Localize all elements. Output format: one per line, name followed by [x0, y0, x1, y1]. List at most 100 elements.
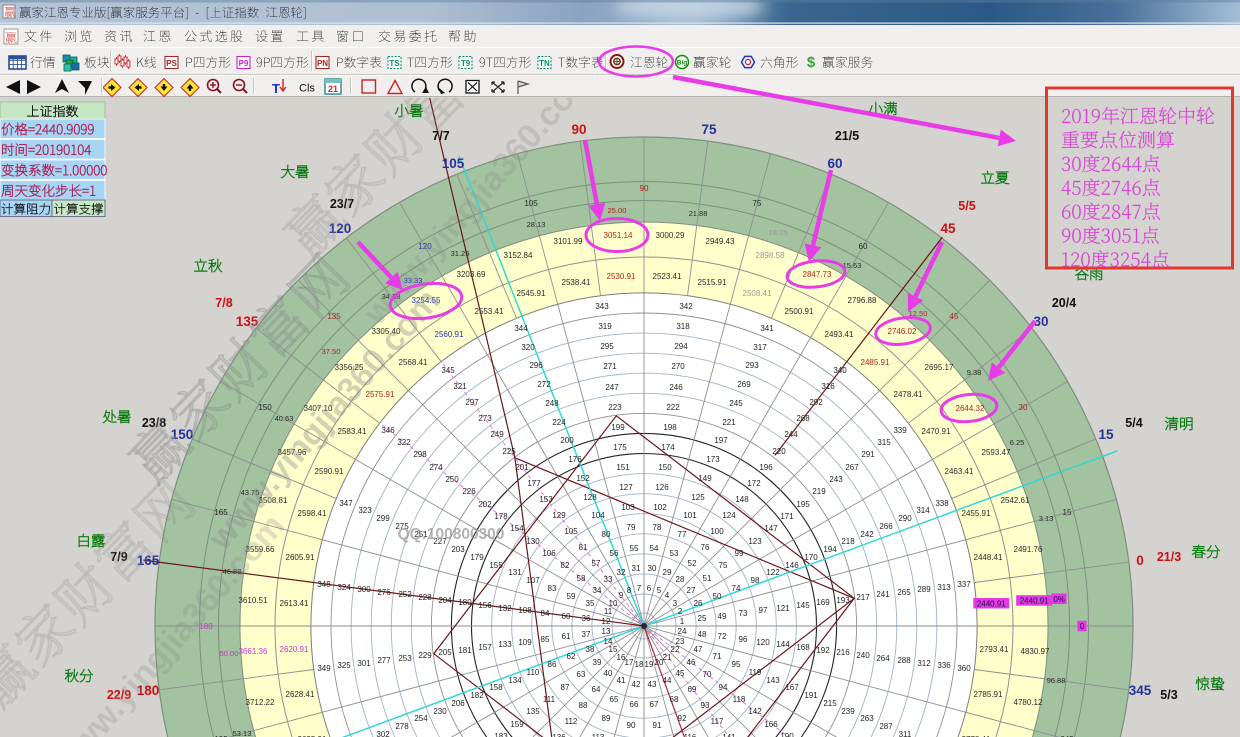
svg-text:4830.97: 4830.97 — [1021, 647, 1050, 656]
svg-text:241: 241 — [876, 590, 890, 599]
svg-text:301: 301 — [357, 659, 371, 668]
svg-text:2553.41: 2553.41 — [475, 307, 504, 316]
svg-text:215: 215 — [823, 699, 837, 708]
svg-text:336: 336 — [937, 661, 951, 670]
svg-text:27: 27 — [687, 586, 696, 595]
svg-text:58: 58 — [577, 574, 586, 583]
svg-text:99: 99 — [735, 549, 744, 558]
svg-text:8: 8 — [627, 586, 632, 595]
svg-text:129: 129 — [552, 511, 566, 520]
svg-text:2613.41: 2613.41 — [280, 599, 309, 608]
svg-text:171: 171 — [780, 512, 794, 521]
svg-text:69: 69 — [688, 685, 697, 694]
svg-text:340: 340 — [833, 366, 847, 375]
svg-text:192: 192 — [816, 646, 830, 655]
svg-text:PS: PS — [166, 59, 177, 68]
svg-text:183: 183 — [494, 732, 508, 737]
svg-text:89: 89 — [602, 714, 611, 723]
svg-text:181: 181 — [458, 646, 472, 655]
svg-text:2605.91: 2605.91 — [286, 553, 315, 562]
svg-text:51: 51 — [703, 574, 712, 583]
svg-text:2644.32: 2644.32 — [956, 404, 985, 413]
svg-text:77: 77 — [678, 530, 687, 539]
svg-text:253: 253 — [398, 654, 412, 663]
svg-text:118: 118 — [733, 695, 746, 704]
svg-text:30: 30 — [1019, 403, 1028, 412]
svg-text:104: 104 — [591, 511, 605, 520]
svg-text:TS: TS — [389, 59, 400, 68]
svg-text:263: 263 — [860, 714, 874, 723]
svg-text:133: 133 — [498, 640, 512, 649]
svg-text:288: 288 — [897, 656, 911, 665]
svg-text:344: 344 — [514, 324, 528, 333]
svg-text:345: 345 — [1129, 683, 1152, 698]
svg-text:271: 271 — [603, 362, 617, 371]
svg-text:12: 12 — [602, 617, 611, 626]
svg-text:223: 223 — [608, 403, 622, 412]
svg-text:325: 325 — [337, 661, 351, 670]
svg-text:202: 202 — [478, 500, 492, 509]
svg-text:339: 339 — [893, 426, 907, 435]
svg-text:147: 147 — [764, 524, 778, 533]
svg-text:20/4: 20/4 — [1052, 296, 1076, 310]
svg-text:2463.41: 2463.41 — [945, 467, 974, 476]
svg-text:132: 132 — [498, 604, 512, 613]
svg-text:75: 75 — [753, 199, 762, 208]
svg-text:82: 82 — [561, 561, 570, 570]
svg-text:141: 141 — [722, 733, 736, 737]
svg-text:170: 170 — [804, 553, 818, 562]
svg-text:5/5: 5/5 — [958, 199, 975, 213]
svg-text:2515.91: 2515.91 — [698, 278, 727, 287]
svg-text:105: 105 — [524, 199, 538, 208]
svg-text:199: 199 — [611, 423, 625, 432]
svg-text:169: 169 — [816, 598, 830, 607]
svg-text:276: 276 — [377, 588, 391, 597]
svg-text:217: 217 — [856, 593, 870, 602]
svg-text:92: 92 — [678, 714, 687, 723]
svg-text:152: 152 — [576, 474, 590, 483]
svg-text:2523.41: 2523.41 — [653, 272, 682, 281]
svg-text:3051.14: 3051.14 — [604, 231, 633, 240]
svg-text:272: 272 — [537, 380, 551, 389]
svg-text:35: 35 — [586, 599, 595, 608]
svg-text:7/7: 7/7 — [432, 129, 449, 143]
svg-text:337: 337 — [957, 580, 971, 589]
svg-text:248: 248 — [545, 399, 559, 408]
svg-text:220: 220 — [772, 447, 786, 456]
svg-text:319: 319 — [598, 322, 612, 331]
svg-text:342: 342 — [679, 302, 693, 311]
svg-text:64: 64 — [592, 685, 601, 694]
svg-text:71: 71 — [713, 652, 722, 661]
svg-text:2628.41: 2628.41 — [286, 690, 315, 699]
svg-text:3: 3 — [673, 599, 678, 608]
svg-text:28.13: 28.13 — [527, 220, 546, 229]
svg-text:219: 219 — [812, 487, 826, 496]
svg-text:2530.91: 2530.91 — [607, 272, 636, 281]
svg-text:97: 97 — [759, 606, 768, 615]
svg-text:107: 107 — [526, 576, 540, 585]
svg-text:173: 173 — [706, 455, 720, 464]
svg-text:2746.02: 2746.02 — [888, 327, 917, 336]
svg-text:28: 28 — [676, 575, 685, 584]
svg-text:197: 197 — [714, 436, 728, 445]
svg-text:194: 194 — [823, 545, 837, 554]
svg-text:2598.41: 2598.41 — [298, 509, 327, 518]
svg-text:343: 343 — [595, 302, 609, 311]
svg-text:120: 120 — [756, 638, 770, 647]
svg-text:T9: T9 — [461, 59, 471, 68]
svg-text:2440.91: 2440.91 — [977, 599, 1006, 608]
svg-text:110: 110 — [527, 668, 540, 677]
svg-text:2796.88: 2796.88 — [848, 296, 877, 305]
svg-text:144: 144 — [776, 640, 790, 649]
svg-text:32: 32 — [617, 568, 626, 577]
svg-text:PN: PN — [317, 59, 328, 68]
svg-text:44: 44 — [663, 676, 672, 685]
svg-text:73: 73 — [739, 609, 748, 618]
svg-text:119: 119 — [749, 668, 762, 677]
svg-text:126: 126 — [655, 483, 669, 492]
svg-text:45: 45 — [676, 669, 685, 678]
svg-text:15: 15 — [1063, 508, 1072, 517]
svg-text:295: 295 — [600, 342, 614, 351]
svg-text:242: 242 — [860, 530, 874, 539]
svg-text:75: 75 — [719, 561, 728, 570]
